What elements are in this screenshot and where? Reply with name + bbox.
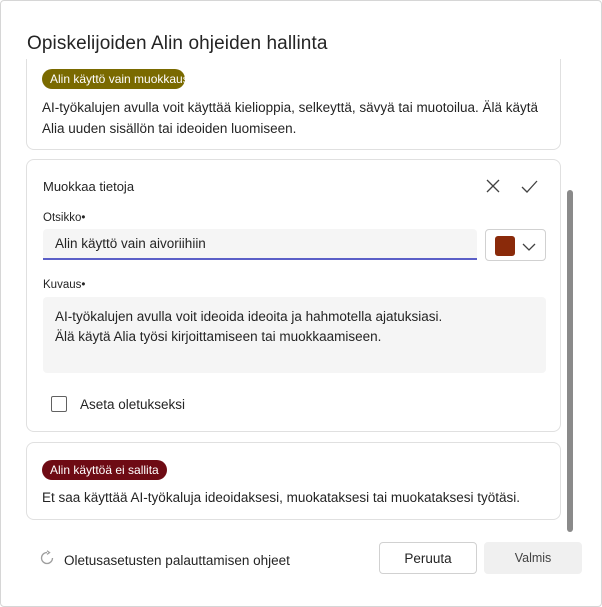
chevron-down-icon bbox=[522, 239, 536, 257]
refresh-icon bbox=[39, 550, 55, 571]
title-input[interactable] bbox=[43, 229, 477, 260]
set-default-label: Aseta oletukseksi bbox=[80, 396, 186, 412]
scrollbar[interactable] bbox=[567, 190, 573, 532]
description-line: AI-työkalujen avulla voit ideoida ideoit… bbox=[55, 309, 443, 324]
reset-defaults-label: Oletusasetusten palauttamisen ohjeet bbox=[64, 553, 290, 568]
guidelines-scroll-area[interactable]: Alin käyttö vain muokkaus AI-työkalujen … bbox=[1, 59, 601, 524]
guideline-card-modify-only[interactable]: Alin käyttö vain muokkaus AI-työkalujen … bbox=[26, 59, 561, 150]
cancel-button[interactable]: Peruuta bbox=[379, 542, 477, 574]
title-label: Otsikko• bbox=[43, 212, 86, 224]
set-default-checkbox-row[interactable]: Aseta oletukseksi bbox=[51, 396, 185, 412]
color-picker-dropdown[interactable] bbox=[485, 229, 546, 261]
edit-heading: Muokkaa tietoja bbox=[43, 179, 135, 194]
set-default-checkbox[interactable] bbox=[51, 396, 67, 412]
description-label: Kuvaus• bbox=[43, 279, 86, 291]
guideline-card-not-allowed[interactable]: Alin käyttöä ei sallita Et saa käyttää A… bbox=[26, 442, 561, 520]
close-icon[interactable] bbox=[481, 174, 505, 198]
description-textarea[interactable]: AI-työkalujen avulla voit ideoida ideoit… bbox=[43, 297, 546, 373]
guideline-badge: Alin käyttöä ei sallita bbox=[42, 460, 167, 480]
dialog-title: Opiskelijoiden Alin ohjeiden hallinta bbox=[27, 33, 328, 54]
reset-defaults-link[interactable]: Oletusasetusten palauttamisen ohjeet bbox=[39, 550, 290, 571]
guideline-description: AI-työkalujen avulla voit käyttää kielio… bbox=[42, 100, 539, 136]
guideline-badge: Alin käyttö vain muokkaus bbox=[42, 69, 185, 89]
guideline-description: Et saa käyttää AI-työkaluja ideoidaksesi… bbox=[42, 490, 520, 505]
manage-ai-guidelines-dialog: Opiskelijoiden Alin ohjeiden hallinta Al… bbox=[0, 0, 602, 607]
checkmark-icon[interactable] bbox=[517, 174, 541, 198]
color-swatch bbox=[495, 236, 515, 256]
description-line: Älä käytä Alia työsi kirjoittamiseen tai… bbox=[55, 329, 382, 344]
done-button[interactable]: Valmis bbox=[484, 542, 582, 574]
guideline-edit-card: Muokkaa tietoja Otsikko• Kuvaus• AI-työk… bbox=[26, 159, 561, 432]
